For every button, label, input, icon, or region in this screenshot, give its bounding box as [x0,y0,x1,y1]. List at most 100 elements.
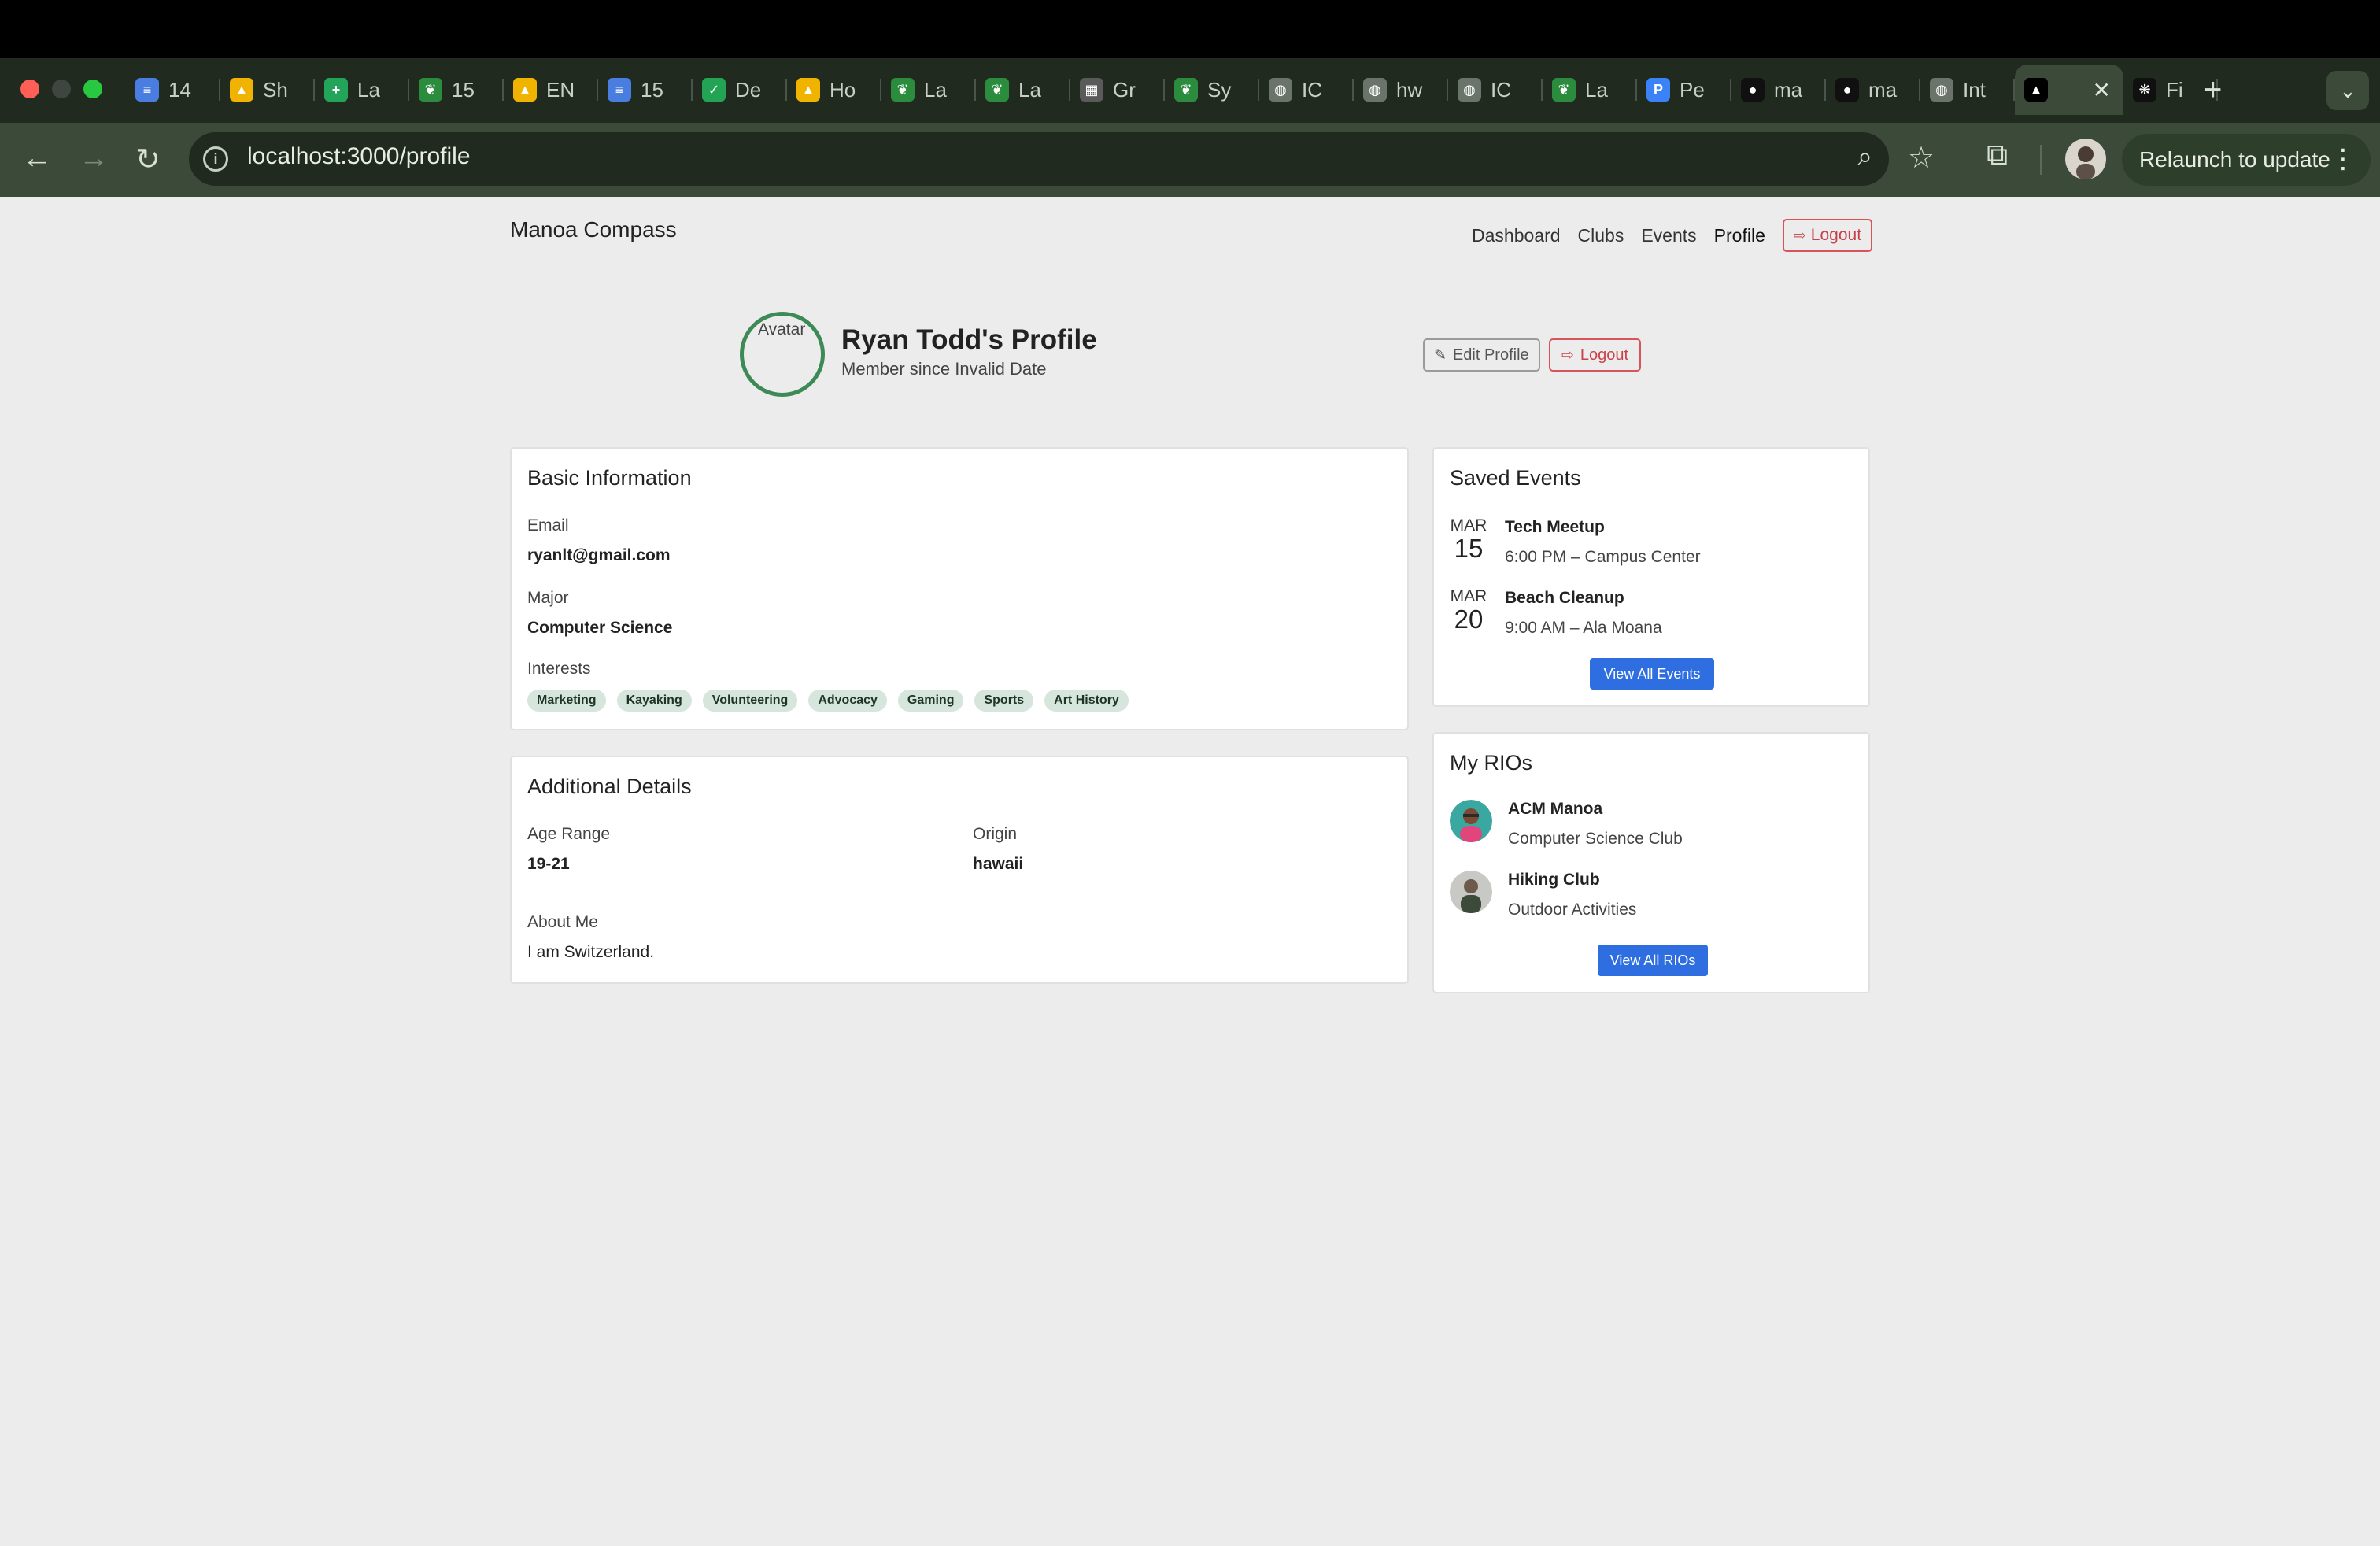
browser-tab[interactable]: ▲ Ho [787,65,881,115]
tab-title: Ho [830,77,856,102]
tab-title: IC [1302,77,1322,102]
rio-name: ACM Manoa [1508,800,1603,818]
browser-tab[interactable]: ≡ 15 [598,65,693,115]
view-all-rios-button[interactable]: View All RIOs [1598,945,1708,976]
browser-tab[interactable]: ▦ Gr [1070,65,1165,115]
browser-tab[interactable]: ❦ La [1543,65,1637,115]
profile-logout-label: Logout [1580,346,1629,364]
tab-title: Int [1963,77,1986,102]
event-detail: 6:00 PM – Campus Center [1505,548,1701,566]
nav-events[interactable]: Events [1641,225,1696,246]
site-info-icon[interactable]: i [203,146,228,172]
browser-tab[interactable]: ◍ IC [1448,65,1543,115]
leaf-icon: ❦ [419,78,442,102]
browser-tab[interactable]: ≡ 14 [126,65,220,115]
tab-title: Sy [1207,77,1232,102]
browser-tab[interactable]: ✓ De [693,65,787,115]
tab-title: Sh [263,77,288,102]
close-tab-icon[interactable]: ✕ [2093,77,2111,103]
browser-tab[interactable]: ❦ La [976,65,1070,115]
logout-icon: ⇨ [1561,346,1574,364]
browser-tab[interactable]: ▲ EN [504,65,598,115]
browser-tab[interactable]: ❦ Sy [1165,65,1259,115]
relaunch-to-update-button[interactable]: Relaunch to update ⋮ [2122,134,2371,186]
interest-chip: Volunteering [702,690,798,712]
logout-icon: ⇨ [1793,227,1806,244]
nav-profile[interactable]: Profile [1714,225,1765,246]
nav-dashboard[interactable]: Dashboard [1472,225,1561,246]
leaf-icon: ❦ [891,78,915,102]
bookmark-star-icon[interactable]: ☆ [1908,140,1935,176]
profile-title: Ryan Todd's Profile [841,324,1097,355]
rio-category: Outdoor Activities [1508,901,1637,919]
interest-chip: Gaming [897,690,964,712]
globe-icon: ◍ [1458,78,1481,102]
p-icon: P [1646,78,1670,102]
tab-title: Gr [1113,77,1136,102]
tab-title: EN [546,77,575,102]
rio-category: Computer Science Club [1508,830,1683,848]
major-value: Computer Science [527,619,673,637]
browser-tab[interactable]: ❦ 15 [409,65,504,115]
major-label: Major [527,589,569,607]
edit-profile-button[interactable]: ✎ Edit Profile [1423,338,1540,372]
browser-tab[interactable]: + La [315,65,409,115]
back-button[interactable]: ← [22,142,52,176]
minimize-window-button[interactable] [52,80,71,98]
close-window-button[interactable] [20,80,39,98]
origin-label: Origin [973,825,1018,843]
browser-tab[interactable]: ◍ IC [1259,65,1354,115]
browser-tab[interactable]: P Pe [1637,65,1731,115]
google-drive-icon: ▲ [230,78,253,102]
url-text[interactable]: localhost:3000/profile [247,143,471,170]
browser-tab[interactable]: ◍ hw [1354,65,1448,115]
event-title: Tech Meetup [1505,518,1605,536]
forward-button[interactable]: → [79,142,109,176]
tab-title: 15 [641,77,663,102]
browser-profile-avatar[interactable] [2065,139,2106,179]
nav-logout-label: Logout [1810,226,1862,244]
nav-logout-button[interactable]: ⇨ Logout [1782,219,1873,252]
browser-menu-icon[interactable]: ⋮ [2330,143,2356,175]
member-since: Member since Invalid Date [841,359,1047,379]
profile-avatar: Avatar [740,312,825,397]
card-title: Saved Events [1450,466,1581,490]
interests-list: Marketing Kayaking Volunteering Advocacy… [527,690,1140,712]
profile-logout-button[interactable]: ⇨ Logout [1549,338,1642,372]
google-drive-icon: ▲ [513,78,537,102]
browser-tabs: ≡ 14 ▲ Sh + La ❦ 15 ▲ EN ≡ 15 ✓ De ▲ Ho ❦ La ❦ La ▦ Gr ❦ Sy ◍ IC ◍… [126,65,2218,115]
tab-title: La [1018,77,1041,102]
tab-title: 15 [452,77,475,102]
site-brand[interactable]: Manoa Compass [510,217,677,242]
tab-title: Pe [1680,77,1705,102]
browser-tab[interactable]: ▲ ✕ [2015,65,2123,115]
zoom-icon[interactable]: ⌕ [1857,142,1872,172]
view-all-events-button[interactable]: View All Events [1590,658,1714,690]
card-title: Basic Information [527,466,692,490]
tab-title: La [924,77,947,102]
globe-icon: ◍ [1930,78,1953,102]
age-range-value: 19-21 [527,855,570,873]
maximize-window-button[interactable] [83,80,102,98]
tab-search-button[interactable]: ⌄ [2326,71,2369,110]
browser-tab[interactable]: ◍ Int [1920,65,2015,115]
event-month: MAR [1450,587,1488,605]
leaf-icon: ❦ [1174,78,1198,102]
toolbar-divider [2040,145,2042,175]
reload-button[interactable]: ↻ [135,142,161,177]
browser-tab[interactable]: ▲ Sh [220,65,315,115]
interest-chip: Kayaking [616,690,692,712]
email-label: Email [527,516,569,534]
chart-icon: ✓ [702,78,726,102]
browser-tab[interactable]: ● ma [1826,65,1920,115]
event-title: Beach Cleanup [1505,589,1624,607]
new-tab-button[interactable]: + [2204,72,2222,108]
tab-title: IC [1491,77,1511,102]
tab-title: La [357,77,380,102]
calculator-icon: ▦ [1080,78,1103,102]
card-title: My RIOs [1450,751,1532,775]
browser-tab[interactable]: ❦ La [881,65,976,115]
extensions-icon[interactable]: ⧉ [1986,139,2008,172]
browser-tab[interactable]: ● ma [1731,65,1826,115]
nav-clubs[interactable]: Clubs [1578,225,1624,246]
